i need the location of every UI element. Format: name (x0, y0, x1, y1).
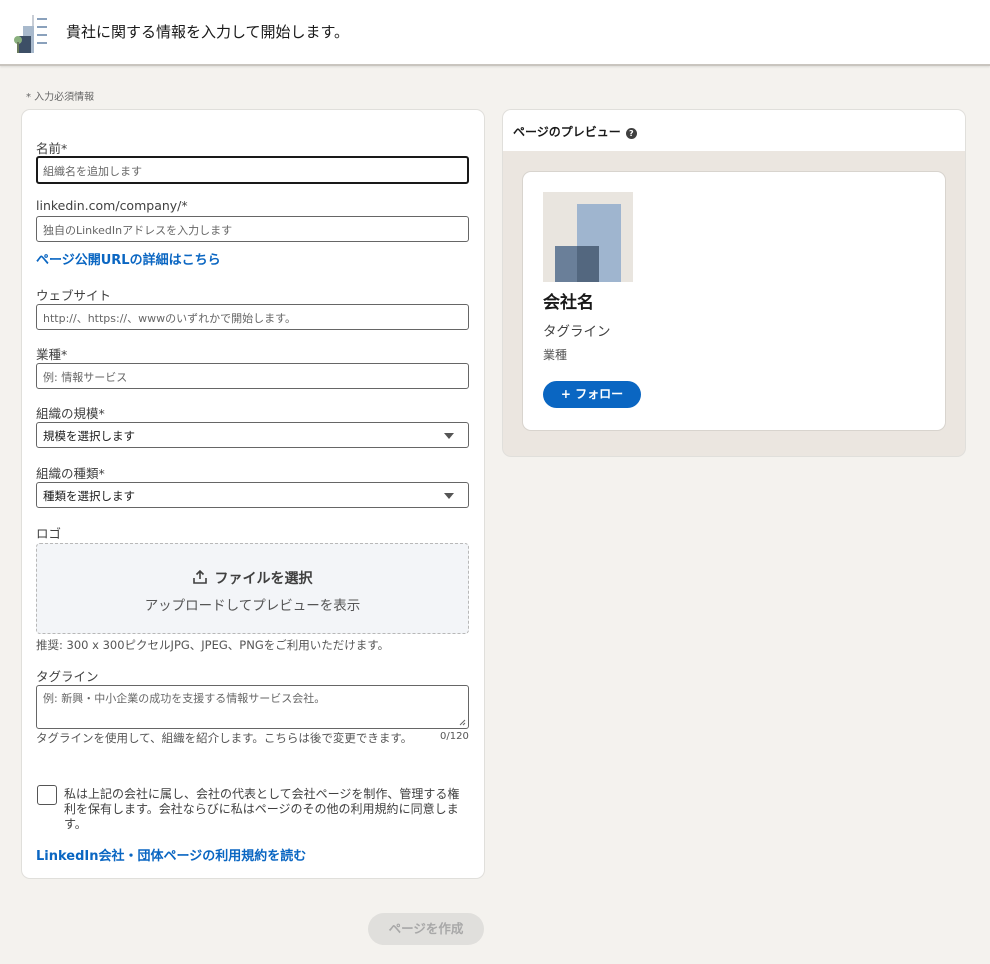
help-icon[interactable]: ? (625, 128, 637, 139)
caret-down-icon (444, 433, 454, 439)
logo-upload-dropzone[interactable]: ファイルを選択 アップロードしてプレビューを表示 (36, 543, 469, 634)
tagline-help: タグラインを使用して、組織を紹介します。こちらは後で変更できます。 (36, 731, 413, 745)
tagline-placeholder: 例: 新興・中小企業の成功を支援する情報サービス会社。 (43, 692, 326, 705)
tagline-textarea[interactable]: 例: 新興・中小企業の成功を支援する情報サービス会社。 (36, 685, 469, 729)
website-input[interactable]: http://、https://、wwwのいずれかで開始します。 (36, 304, 469, 330)
preview-company-name: 会社名 (543, 293, 594, 313)
caret-down-icon (444, 493, 454, 499)
website-input-placeholder: http://、https://、wwwのいずれかで開始します。 (43, 312, 297, 325)
company-building-icon (14, 15, 47, 53)
preview-title-text: ページのプレビュー (513, 125, 621, 139)
required-note: * 入力必須情報 (26, 92, 95, 103)
terms-link[interactable]: LinkedIn会社・団体ページの利用規約を読む (36, 845, 306, 864)
upload-subtitle: アップロードしてプレビューを表示 (144, 598, 361, 614)
url-label: linkedin.com/company/* (36, 198, 188, 213)
industry-label: 業種* (36, 347, 68, 362)
create-page-button[interactable]: ページを作成 (368, 913, 484, 945)
preview-tagline: タグライン (543, 324, 611, 340)
preview-company-card: 会社名 タグライン 業種 + フォロー (523, 172, 945, 430)
type-label: 組織の種類* (36, 466, 105, 481)
tagline-label: タグライン (36, 669, 99, 684)
size-select-value: 規模を選択します (43, 429, 135, 443)
name-label: 名前* (36, 141, 68, 156)
name-input-placeholder: 組織名を追加します (43, 165, 142, 178)
choose-file-button[interactable]: ファイルを選択 (37, 568, 468, 588)
industry-input[interactable]: 例: 情報サービス (36, 363, 469, 389)
url-input-placeholder: 独自のLinkedInアドレスを入力します (43, 224, 233, 237)
agreement-text: 私は上記の会社に属し、会社の代表として会社ページを制作、管理する権利を保有します… (64, 787, 460, 831)
url-input[interactable]: 独自のLinkedInアドレスを入力します (36, 216, 469, 242)
follow-button[interactable]: + フォロー (543, 381, 641, 408)
header-title: 貴社に関する情報を入力して開始します。 (66, 23, 350, 41)
company-logo-placeholder-icon (543, 192, 633, 282)
logo-hint: 推奨: 300 x 300ピクセルJPG、JPEG、PNGをご利用いただけます。 (36, 638, 390, 652)
size-select[interactable]: 規模を選択します (36, 422, 469, 448)
website-label: ウェブサイト (36, 288, 112, 303)
industry-input-placeholder: 例: 情報サービス (43, 371, 128, 384)
choose-file-label: ファイルを選択 (214, 571, 313, 587)
preview-header: ページのプレビュー? (503, 110, 965, 151)
page-header: 貴社に関する情報を入力して開始します。 (0, 0, 990, 66)
preview-industry: 業種 (543, 348, 568, 362)
type-select[interactable]: 種類を選択します (36, 482, 469, 508)
public-url-help-link[interactable]: ページ公開URLの詳細はこちら (36, 249, 221, 268)
name-input[interactable]: 組織名を追加します (36, 156, 469, 184)
size-label: 組織の規模* (36, 406, 105, 421)
agreement-checkbox[interactable] (37, 785, 57, 805)
page-preview-card: ページのプレビュー? 会社名 タグライン 業種 + フォロー (503, 110, 965, 456)
type-select-value: 種類を選択します (43, 489, 135, 503)
upload-icon (192, 570, 207, 584)
tagline-counter: 0/120 (440, 731, 469, 742)
resize-handle-icon[interactable] (459, 719, 466, 726)
logo-label: ロゴ (36, 526, 62, 541)
preview-title: ページのプレビュー? (513, 123, 637, 140)
